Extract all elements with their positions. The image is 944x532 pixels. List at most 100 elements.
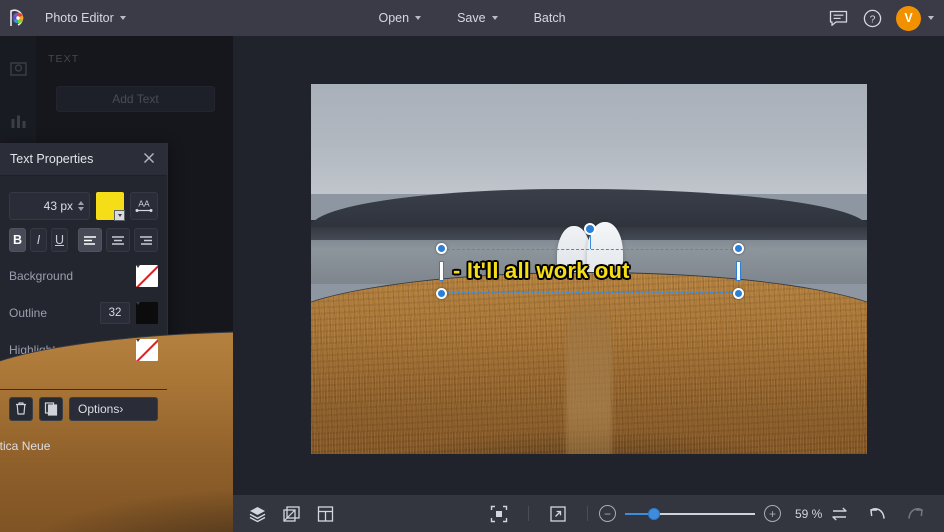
resize-handle-top-right[interactable] — [733, 243, 744, 254]
trash-icon — [14, 401, 28, 416]
bold-button[interactable]: B — [9, 228, 26, 252]
outline-row: Outline 32 — [9, 300, 158, 326]
text-section-title: TEXT — [36, 36, 233, 65]
save-button-label: Save — [457, 11, 486, 25]
app-menu-button[interactable]: Photo Editor — [36, 6, 135, 30]
options-button[interactable]: Options › — [69, 397, 158, 421]
layout-panels-icon — [316, 505, 335, 523]
fit-screen-icon — [490, 505, 508, 523]
align-center-button[interactable] — [106, 228, 130, 252]
text-style-row: B I U — [9, 228, 158, 252]
text-properties-panel: Text Properties Helvetica Neue › 43 px — [0, 143, 168, 427]
avatar-initial: V — [904, 11, 912, 25]
redo-button[interactable] — [905, 504, 925, 524]
zoom-slider[interactable] — [625, 507, 755, 521]
zoom-out-button[interactable]: − — [599, 505, 616, 522]
svg-text:?: ? — [870, 13, 876, 25]
background-color-swatch[interactable] — [136, 265, 158, 287]
delete-text-button[interactable] — [9, 397, 33, 421]
layers-button[interactable] — [247, 504, 267, 524]
font-size-input[interactable]: 43 px — [9, 192, 90, 220]
resize-handle-bottom-right[interactable] — [733, 288, 744, 299]
text-properties-header: Text Properties — [0, 143, 167, 176]
redo-arrow-icon — [906, 506, 925, 522]
save-button[interactable]: Save — [446, 6, 509, 30]
add-text-label: Add Text — [112, 92, 158, 106]
batch-button-label: Batch — [534, 11, 566, 25]
resize-handle-left[interactable] — [439, 261, 444, 281]
chevron-down-icon — [120, 16, 126, 20]
resize-handle-right[interactable] — [736, 261, 741, 281]
outline-color-swatch[interactable] — [136, 302, 158, 324]
zoom-in-button[interactable]: + — [764, 505, 781, 522]
color-dropdown-caret-icon[interactable] — [114, 210, 125, 221]
svg-text:AA: AA — [138, 199, 150, 209]
stepper-up-icon — [78, 201, 84, 205]
font-size-stepper[interactable] — [78, 201, 87, 211]
chat-bubble-icon — [829, 10, 848, 27]
outline-width-input[interactable]: 32 — [100, 302, 130, 324]
italic-button[interactable]: I — [30, 228, 47, 252]
letter-spacing-icon: AA — [134, 197, 154, 215]
image-canvas[interactable]: - It'll all work out — [311, 84, 867, 454]
fullscreen-button[interactable] — [548, 504, 568, 524]
chevron-down-icon — [492, 16, 498, 20]
transform-button[interactable] — [281, 504, 301, 524]
canvas-text-object[interactable]: - It'll all work out — [453, 258, 630, 284]
panel-title: Text Properties — [10, 152, 142, 166]
add-text-button[interactable]: Add Text — [56, 86, 215, 112]
toolbar-divider — [528, 506, 529, 521]
text-color-swatch[interactable] — [96, 192, 124, 220]
close-panel-button[interactable] — [142, 151, 158, 167]
rail-item-adjust[interactable] — [0, 50, 36, 88]
photo-path — [566, 289, 612, 454]
text-properties-footer: Options › — [0, 389, 167, 427]
align-right-button[interactable] — [134, 228, 158, 252]
fit-to-screen-button[interactable] — [489, 504, 509, 524]
font-size-row: 43 px AA — [9, 192, 158, 220]
compare-button[interactable] — [829, 504, 849, 524]
photo-ridge — [311, 189, 867, 227]
font-size-value: 43 px — [44, 199, 78, 213]
resize-handle-bottom-left[interactable] — [436, 288, 447, 299]
letter-spacing-button[interactable]: AA — [130, 192, 158, 220]
stepper-down-icon — [78, 207, 84, 211]
help-button[interactable]: ? — [862, 8, 883, 29]
text-selection-box[interactable]: - It'll all work out — [442, 249, 738, 293]
photo-sky — [311, 84, 867, 194]
batch-button[interactable]: Batch — [523, 6, 577, 30]
align-center-icon — [111, 235, 125, 246]
compare-toggle-icon — [830, 506, 849, 522]
options-label: Options — [78, 402, 119, 416]
resize-handle-top-left[interactable] — [436, 243, 447, 254]
highlight-color-swatch[interactable] — [136, 339, 158, 361]
undo-button[interactable] — [867, 504, 887, 524]
question-mark-circle-icon: ? — [863, 9, 882, 28]
outline-dropdown-caret-icon[interactable] — [136, 302, 158, 305]
open-button[interactable]: Open — [367, 6, 432, 30]
top-toolbar: Photo Editor Open Save Batch — [0, 0, 944, 36]
color-wheel-logo-icon — [7, 7, 29, 29]
sliders-icon — [9, 112, 28, 131]
app-logo — [0, 0, 36, 36]
rotate-handle[interactable] — [584, 223, 596, 235]
app-menu-label: Photo Editor — [45, 11, 114, 25]
account-chevron-down-icon[interactable] — [928, 16, 934, 20]
toolbar-divider — [587, 506, 588, 521]
bottom-toolbar: − + 59 % — [233, 495, 944, 532]
underline-button[interactable]: U — [51, 228, 68, 252]
canvas-workspace[interactable]: - It'll all work out — [233, 36, 944, 495]
feedback-button[interactable] — [828, 8, 849, 29]
italic-label: I — [37, 233, 40, 247]
user-avatar[interactable]: V — [896, 6, 921, 31]
align-left-button[interactable] — [78, 228, 102, 252]
zoom-slider-knob[interactable] — [648, 508, 660, 520]
bold-label: B — [13, 233, 22, 247]
zoom-control: − + 59 % — [599, 505, 829, 522]
top-toolbar-right: ? V — [828, 0, 934, 36]
chevron-right-icon: › — [119, 402, 149, 416]
duplicate-text-button[interactable] — [39, 397, 63, 421]
layout-button[interactable] — [315, 504, 335, 524]
rail-item-effects[interactable] — [0, 102, 36, 140]
layers-icon — [248, 505, 267, 523]
